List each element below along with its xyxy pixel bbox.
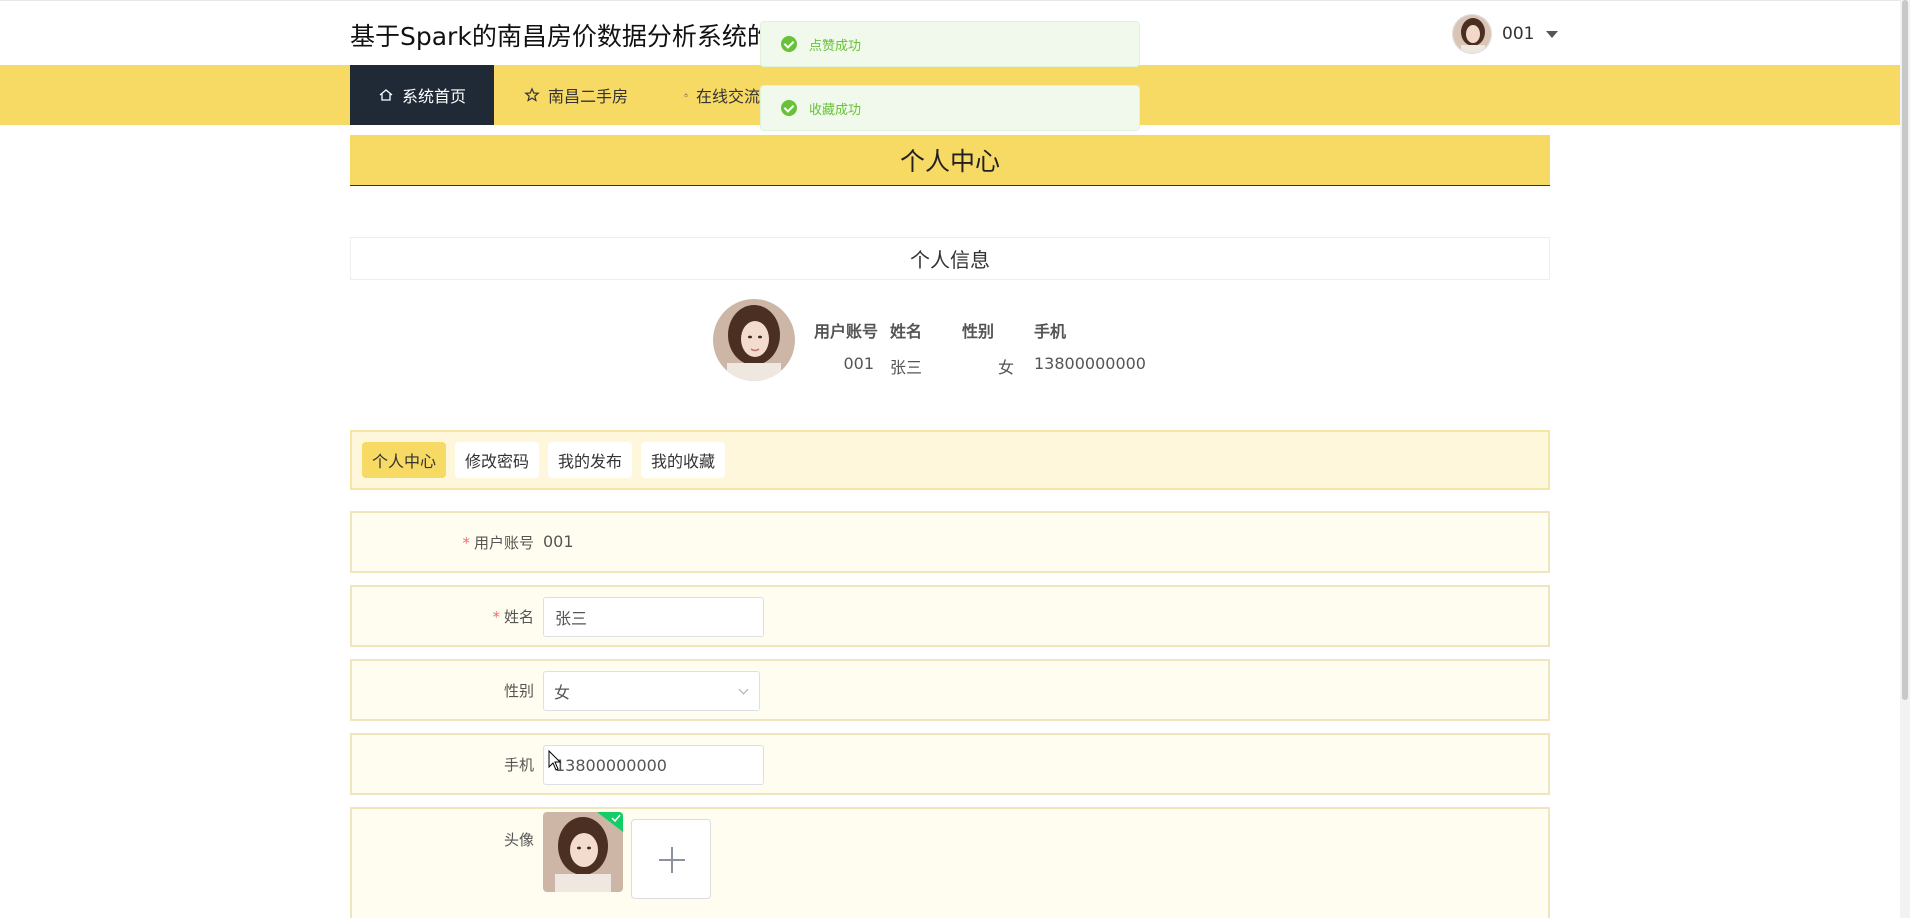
nav-label: 南昌二手房 <box>548 87 629 106</box>
profile-header: 性别 <box>962 322 995 341</box>
tab-change-password[interactable]: 修改密码 <box>455 442 540 478</box>
nav-item-chat[interactable]: 在线交流 <box>684 65 760 125</box>
gender-label: 性别 <box>503 682 534 700</box>
profile-header: 手机 <box>1034 322 1067 341</box>
mouse-cursor-icon <box>548 750 562 771</box>
upload-add-button[interactable] <box>631 819 711 899</box>
page-scrollbar[interactable] <box>1900 0 1910 918</box>
required-mark: * <box>492 608 500 626</box>
lock-icon <box>684 93 688 97</box>
username: 001 <box>1502 24 1535 44</box>
page-title: 个人中心 <box>350 135 1550 186</box>
account-label: * 用户账号 <box>462 534 534 552</box>
name-label: * 姓名 <box>492 608 534 626</box>
profile-avatar <box>713 299 795 381</box>
section-title: 个人信息 <box>350 237 1550 280</box>
account-value: 001 <box>543 532 574 551</box>
toast-favorite-success: 收藏成功 <box>760 85 1140 131</box>
form-row-phone: 手机 13800000000 <box>350 733 1550 795</box>
form-row-name: * 姓名 张三 <box>350 585 1550 647</box>
phone-label: 手机 <box>503 756 534 774</box>
check-circle-icon <box>781 100 797 116</box>
user-avatar <box>1452 14 1492 54</box>
site-title: 基于Spark的南昌房价数据分析系统的设 <box>350 22 760 51</box>
form-row-account: * 用户账号 001 <box>350 511 1550 573</box>
profile-table: 用户账号 姓名 性别 手机 001 张三 女 13800000000 <box>814 318 1154 378</box>
toast-like-success: 点赞成功 <box>760 21 1140 67</box>
profile-value: 13800000000 <box>1034 354 1146 373</box>
scrollbar-thumb[interactable] <box>1902 0 1908 700</box>
name-input[interactable]: 张三 <box>543 597 764 637</box>
success-check-icon <box>597 812 623 832</box>
nav-label: 在线交流 <box>695 87 760 106</box>
chevron-down-icon <box>1546 30 1559 38</box>
nav-label: 系统首页 <box>401 87 466 106</box>
check-circle-icon <box>781 36 797 52</box>
toast-message: 点赞成功 <box>809 38 862 54</box>
profile-value: 001 <box>843 354 874 373</box>
home-icon <box>379 89 393 101</box>
profile-header: 姓名 <box>890 322 923 341</box>
nav-item-secondhand[interactable]: 南昌二手房 <box>524 65 628 125</box>
nav-item-home[interactable]: 系统首页 <box>350 65 494 125</box>
profile-value: 女 <box>997 358 1014 377</box>
phone-input[interactable]: 13800000000 <box>543 745 764 785</box>
uploaded-avatar-thumb[interactable] <box>543 812 623 892</box>
tab-my-favorites[interactable]: 我的收藏 <box>641 442 726 478</box>
required-mark: * <box>462 534 470 552</box>
gender-selected-value: 女 <box>554 683 571 702</box>
star-icon <box>524 87 540 102</box>
profile-value: 张三 <box>890 358 923 377</box>
user-menu[interactable]: 001 <box>1452 14 1559 54</box>
avatar-label: 头像 <box>503 831 534 849</box>
tab-personal-center[interactable]: 个人中心 <box>362 442 447 478</box>
tab-my-posts[interactable]: 我的发布 <box>548 442 633 478</box>
form-row-gender: 性别 女 <box>350 659 1550 721</box>
profile-tabs: 个人中心 修改密码 我的发布 我的收藏 <box>350 430 1550 490</box>
form-row-avatar: 头像 <box>350 807 1550 918</box>
toast-message: 收藏成功 <box>809 102 862 118</box>
profile-header: 用户账号 <box>814 322 879 341</box>
chevron-down-icon <box>738 684 749 695</box>
gender-select[interactable]: 女 <box>543 671 760 711</box>
